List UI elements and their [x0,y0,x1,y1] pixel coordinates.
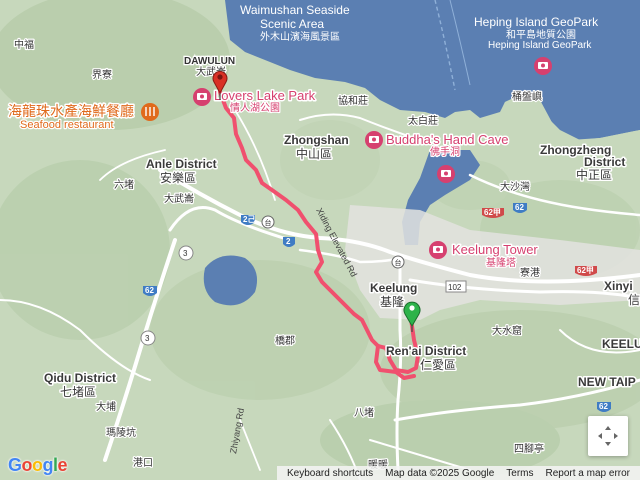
crosshair-icon [598,426,618,446]
road-shield-2c: 2己 [241,215,255,225]
station-icon-2: 台 [261,215,275,229]
park-camera-icon[interactable] [193,88,211,106]
label-renai-zh: 仁愛區 [420,358,456,372]
label-keelung-tower-zh: 基隆塔 [486,256,516,269]
label-seafood-en: Seafood restaurant [20,119,114,131]
label-buddha-cave[interactable]: Buddha's Hand Cave [385,131,510,149]
cave-camera-icon[interactable] [365,131,383,149]
label-qidu-zh: 七堵區 [60,385,96,399]
label-anle: Anle District [146,157,217,171]
label-taibaizhuang: 太白莊 [408,114,438,127]
label-waimushan-en1: Waimushan Seaside [240,3,350,17]
map-canvas[interactable]: 2己 2 3 62 3 62甲 62甲 102 62 62 Waimushan … [0,0,640,480]
road-shield-2: 2 [283,237,295,247]
label-new-taipei: NEW TAIP [578,375,636,389]
label-dawulun: DAWULUN [184,56,235,67]
label-heping-en: Heping Island GeoPark [474,15,599,29]
label-zhongshan-zh: 中山區 [296,146,332,161]
road-shield-3b: 3 [140,330,156,346]
label-malingkeng: 瑪陵坑 [106,426,136,439]
label-buddha-cave-zh: 佛手洞 [430,145,460,158]
label-xinyi-zh: 信 [628,293,640,307]
label-sijiaoting: 四腳亭 [514,442,544,455]
label-dashawan: 大沙灣 [500,180,530,193]
label-xinyi: Xinyi [604,279,633,293]
label-xiehezhuang: 協和莊 [338,94,368,107]
label-zhongshan: Zhongshan [284,133,349,147]
label-heping-en2: Heping Island GeoPark [488,40,592,51]
svg-text:62: 62 [599,402,608,411]
label-liuzhou: 六堵 [114,178,134,191]
svg-text:2己: 2己 [243,215,255,224]
label-waimushan-en2: Scenic Area [260,17,324,31]
svg-text:3: 3 [145,334,150,343]
label-dapu: 大埔 [96,400,116,413]
svg-text:2: 2 [286,237,291,246]
label-keelung: Keelung [370,281,417,295]
map-attribution: Keyboard shortcuts Map data ©2025 Google… [276,466,640,480]
label-lovers-lake-zh: 情人湖公園 [230,101,280,114]
label-ganggou: 港口 [133,457,153,469]
svg-text:62: 62 [515,203,524,212]
road-shield-62a-top: 62甲 [482,208,504,218]
svg-text:62: 62 [145,286,154,295]
label-waimushan-zh: 外木山濱海風景區 [260,30,340,43]
road-shield-62-bottom: 62 [597,402,611,412]
label-qiaodu: 橋郡 [275,334,295,347]
label-seafood-zh[interactable]: 海龍珠水產海鮮餐廳 [7,102,136,121]
road-shield-62a-right: 62甲 [575,266,597,276]
label-badu: 八堵 [354,406,374,419]
label-dawushan: 大武崙 [164,192,194,205]
label-zhongfu: 中福 [14,38,34,51]
report-error-link[interactable]: Report a map error [546,468,630,479]
svg-text:62甲: 62甲 [577,266,594,275]
restaurant-icon[interactable] [141,103,159,121]
svg-text:102: 102 [448,283,462,292]
label-zhongzheng-zh: 中正區 [576,167,612,182]
terms-link[interactable]: Terms [506,468,533,479]
keyboard-shortcuts-link[interactable]: Keyboard shortcuts [287,468,373,479]
label-keelung-tower[interactable]: Keelung Tower [451,241,540,259]
svg-text:台: 台 [265,218,272,227]
map-data-text: Map data ©2025 Google [385,467,495,479]
svg-text:62甲: 62甲 [484,208,501,217]
label-lovers-lake[interactable]: Lovers Lake Park [213,87,318,105]
label-zhongzheng-2: District [584,155,625,169]
road-shield-62-left: 62 [143,286,157,296]
reservoir [203,255,258,306]
label-dashuiku: 大水窟 [492,324,522,337]
label-liaogang: 寮港 [520,266,540,279]
road-shield-3: 3 [178,245,194,261]
road-shield-102: 102 [445,280,467,293]
tower-camera-icon[interactable] [429,241,447,259]
label-keelung-right: KEELU [602,337,640,351]
label-qidu: Qidu District [44,371,116,385]
camera-icon[interactable] [534,57,552,75]
label-keelung-zh: 基隆 [380,294,404,309]
recenter-button[interactable] [588,416,628,456]
cave-camera-icon-2[interactable] [437,165,455,183]
label-anle-zh: 安樂區 [160,170,196,185]
google-logo: Google [8,455,68,475]
label-tongliao: 桶盤嶼 [512,90,542,103]
label-jieliao: 界寮 [92,68,112,81]
svg-text:台: 台 [395,258,402,267]
station-icon: 台 [391,255,405,269]
road-shield-62-right: 62 [513,203,527,213]
label-renai: Ren'ai District [386,344,466,358]
svg-text:3: 3 [183,249,188,258]
